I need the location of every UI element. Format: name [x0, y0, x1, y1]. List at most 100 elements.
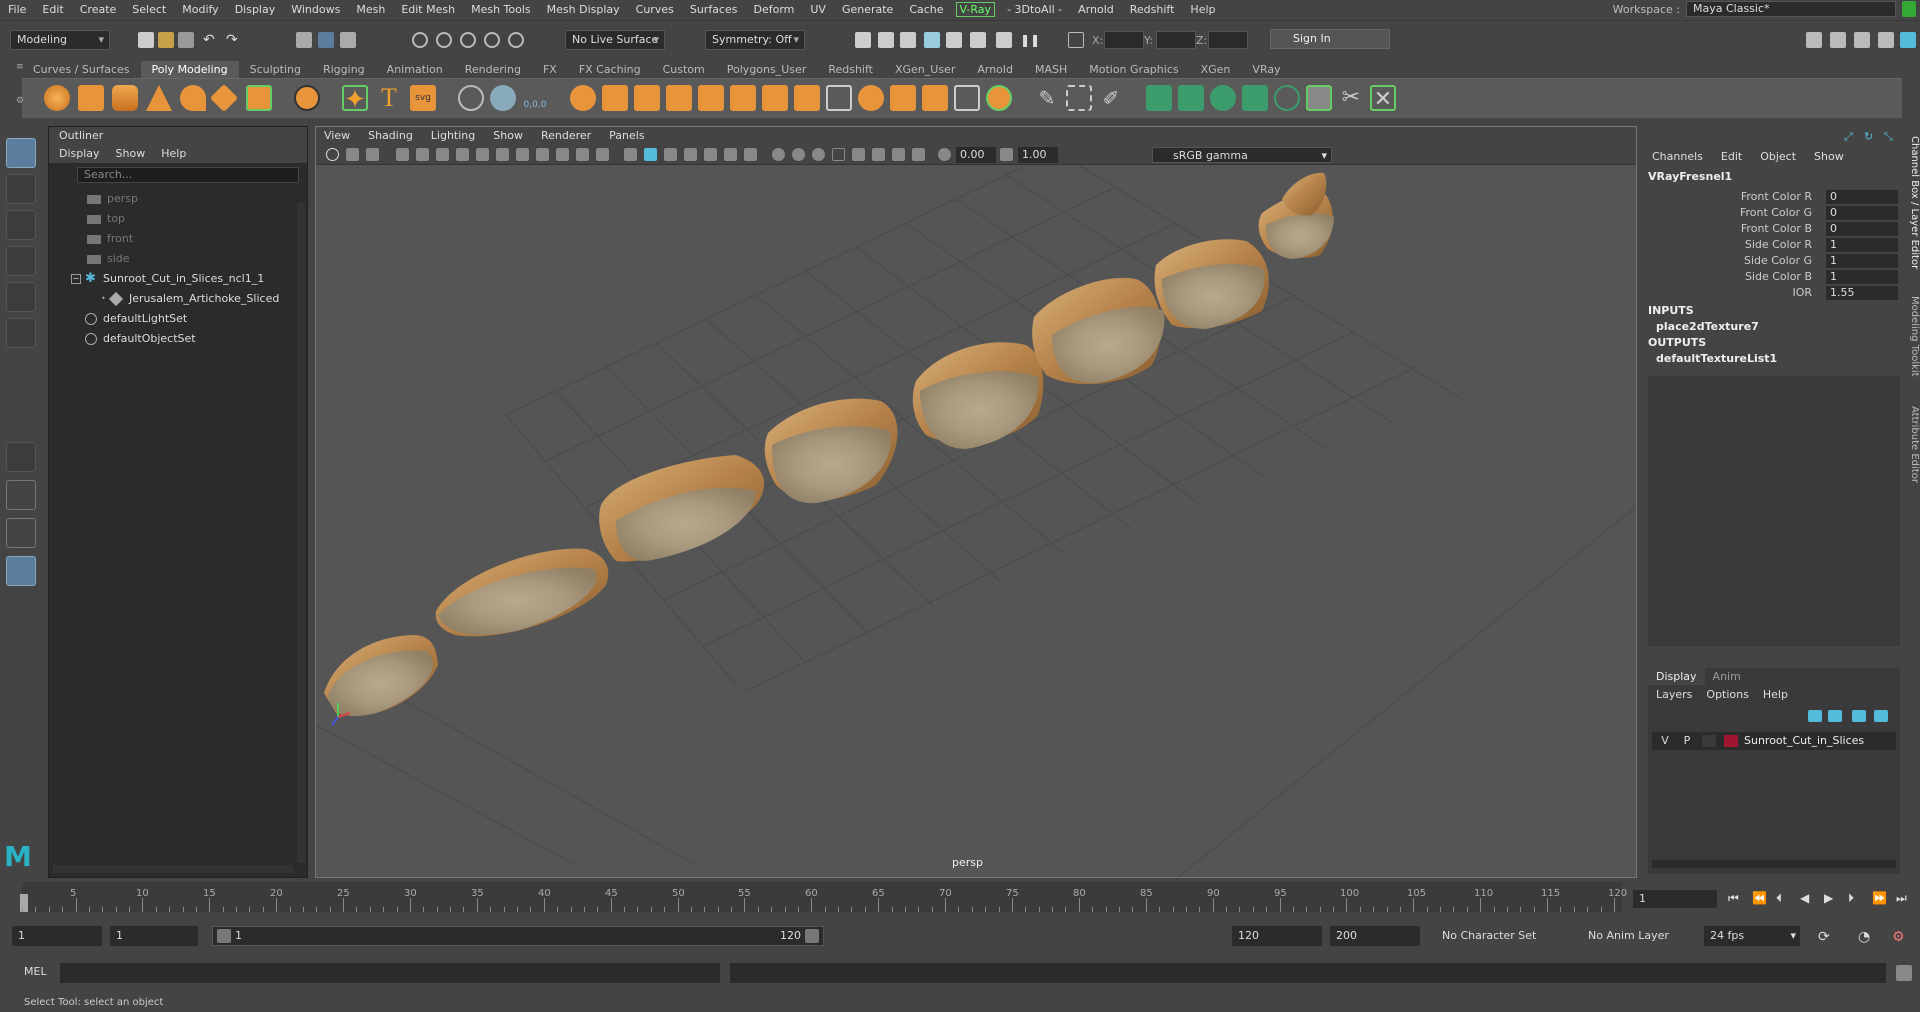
- snap-point-icon[interactable]: [460, 32, 476, 48]
- command-language-label[interactable]: MEL: [24, 965, 47, 978]
- pin-icon[interactable]: ⤢: [1844, 130, 1858, 144]
- channel-value[interactable]: 0: [1826, 206, 1898, 220]
- exposure-field[interactable]: 0.00: [956, 147, 996, 163]
- render-view-icon[interactable]: [900, 32, 916, 48]
- insert-edge-loop-icon[interactable]: [1066, 85, 1092, 111]
- render-setup-icon[interactable]: [996, 32, 1012, 48]
- menu-surfaces[interactable]: Surfaces: [682, 3, 746, 16]
- new-layer-icon[interactable]: [1852, 710, 1866, 722]
- outliner-item-objectset[interactable]: defaultObjectSet: [85, 329, 196, 349]
- menu-arnold[interactable]: Arnold: [1070, 3, 1122, 16]
- image-plane-icon[interactable]: [416, 148, 429, 161]
- uv-unfold-icon[interactable]: [1274, 85, 1300, 111]
- new-layer-selected-icon[interactable]: [1874, 710, 1888, 722]
- grid-toggle-icon[interactable]: [476, 148, 489, 161]
- outliner-item-group[interactable]: − ✱ Sunroot_Cut_in_Slices_ncl1_1: [71, 269, 264, 289]
- shelf-tab-motion-graphics[interactable]: Motion Graphics: [1078, 61, 1190, 78]
- menu-redshift[interactable]: Redshift: [1122, 3, 1183, 16]
- channel-ior[interactable]: IOR 1.55: [1644, 286, 1904, 302]
- move-layer-up-icon[interactable]: [1808, 710, 1822, 722]
- menu-windows[interactable]: Windows: [283, 3, 348, 16]
- menu-generate[interactable]: Generate: [834, 3, 901, 16]
- outliner-search-input[interactable]: Search...: [77, 167, 299, 183]
- separate-icon[interactable]: [602, 85, 628, 111]
- undo-icon[interactable]: ↶: [203, 32, 219, 48]
- bookmarks-icon[interactable]: [396, 148, 409, 161]
- shelf-tab-arnold[interactable]: Arnold: [966, 61, 1024, 78]
- outliner-menu-help[interactable]: Help: [161, 145, 186, 163]
- render-sequence-icon[interactable]: [878, 32, 894, 48]
- timeline-bar[interactable]: 1 5 10 15 20 25 30 35 40 45 50 55 60 65 70 75 80 85 90 95 1…: [20, 882, 1627, 913]
- animation-preferences-icon[interactable]: ⚙: [1892, 929, 1908, 945]
- sign-in-button[interactable]: Sign In: [1270, 29, 1390, 49]
- menu-create[interactable]: Create: [72, 3, 125, 16]
- hypershade-icon[interactable]: [970, 32, 986, 48]
- menu-deform[interactable]: Deform: [745, 3, 802, 16]
- menu-edit[interactable]: Edit: [34, 3, 71, 16]
- channel-value[interactable]: 1: [1826, 254, 1898, 268]
- outliner-item-lightset[interactable]: defaultLightSet: [85, 309, 187, 329]
- boolean-icon[interactable]: [698, 85, 724, 111]
- side-tab-channel-box[interactable]: Channel Box / Layer Editor: [1906, 136, 1920, 269]
- film-gate-icon[interactable]: [496, 148, 509, 161]
- outliner-item-mesh[interactable]: • Jerusalem_Artichoke_Sliced: [101, 289, 279, 309]
- camera-attributes-icon[interactable]: [366, 148, 379, 161]
- viewport-menu-panels[interactable]: Panels: [609, 127, 644, 145]
- snap-view-plane-icon[interactable]: [484, 32, 500, 48]
- layer-menu-help[interactable]: Help: [1763, 688, 1788, 701]
- safe-title-icon[interactable]: [596, 148, 609, 161]
- render-settings-icon[interactable]: [946, 32, 962, 48]
- script-editor-icon[interactable]: [1896, 965, 1912, 981]
- svg-tool-icon[interactable]: svg: [410, 85, 436, 111]
- redo-icon[interactable]: ↷: [226, 32, 242, 48]
- channel-menu-edit[interactable]: Edit: [1721, 150, 1742, 163]
- symmetry-dropdown[interactable]: Symmetry: Off: [705, 30, 805, 50]
- shelf-tab-mash[interactable]: MASH: [1023, 61, 1079, 78]
- move-layer-down-icon[interactable]: [1828, 710, 1842, 722]
- motion-blur-icon[interactable]: [792, 148, 805, 161]
- layer-visibility-toggle[interactable]: V: [1658, 732, 1672, 750]
- menu-edit-mesh[interactable]: Edit Mesh: [393, 3, 463, 16]
- outliner-hscrollbar[interactable]: [53, 865, 293, 873]
- single-perspective-layout-icon[interactable]: [6, 442, 36, 472]
- origin-icon[interactable]: 0,0,0: [522, 85, 548, 111]
- persp-outliner-layout-icon[interactable]: [6, 518, 36, 548]
- animation-start-field[interactable]: 1: [12, 926, 102, 946]
- outliner-vscrollbar[interactable]: [297, 203, 305, 863]
- menu-modify[interactable]: Modify: [174, 3, 226, 16]
- shelf-tab-rigging[interactable]: Rigging: [311, 61, 376, 78]
- select-tool-icon[interactable]: [6, 138, 36, 168]
- channel-front-color-r[interactable]: Front Color R 0: [1644, 190, 1904, 206]
- fps-dropdown[interactable]: 24 fps ▾: [1704, 926, 1800, 946]
- shelf-tab-xgen-user[interactable]: XGen_User: [883, 61, 967, 78]
- layer-menu-layers[interactable]: Layers: [1656, 688, 1692, 701]
- outliner-item-top[interactable]: top: [87, 209, 125, 229]
- channel-value[interactable]: 0: [1826, 190, 1898, 204]
- play-forwards-icon[interactable]: ▶: [1824, 892, 1837, 905]
- channel-front-color-g[interactable]: Front Color G 0: [1644, 206, 1904, 222]
- menu-display[interactable]: Display: [227, 3, 284, 16]
- gamma-icon[interactable]: [1000, 148, 1013, 161]
- play-backwards-icon[interactable]: ◀: [1800, 892, 1813, 905]
- menu-select[interactable]: Select: [124, 3, 174, 16]
- snap-curve-icon[interactable]: [436, 32, 452, 48]
- go-to-end-icon[interactable]: ⏭: [1896, 892, 1909, 905]
- layer-color-swatch[interactable]: [1724, 735, 1738, 747]
- poly-cube-icon[interactable]: [78, 85, 104, 111]
- loop-icon[interactable]: ⟳: [1818, 929, 1834, 945]
- lock-icon[interactable]: [1902, 1, 1916, 17]
- shelf-tab-polygons-user[interactable]: Polygons_User: [715, 61, 818, 78]
- viewport-menu-shading[interactable]: Shading: [368, 127, 413, 145]
- playback-start-field[interactable]: 1: [110, 926, 198, 946]
- fill-hole-icon[interactable]: [762, 85, 788, 111]
- bridge-icon[interactable]: [826, 85, 852, 111]
- wireframe-icon[interactable]: [624, 148, 637, 161]
- save-scene-icon[interactable]: [178, 32, 194, 48]
- gate-mask-icon[interactable]: [536, 148, 549, 161]
- anim-layer-dropdown[interactable]: No Anim Layer: [1574, 926, 1684, 946]
- layer-playback-toggle[interactable]: P: [1680, 732, 1694, 750]
- grease-pencil-icon[interactable]: [456, 148, 469, 161]
- layer-name[interactable]: Sunroot_Cut_in_Slices: [1744, 732, 1864, 750]
- outliner-item-front[interactable]: front: [87, 229, 133, 249]
- input-field-icon[interactable]: [1068, 32, 1084, 48]
